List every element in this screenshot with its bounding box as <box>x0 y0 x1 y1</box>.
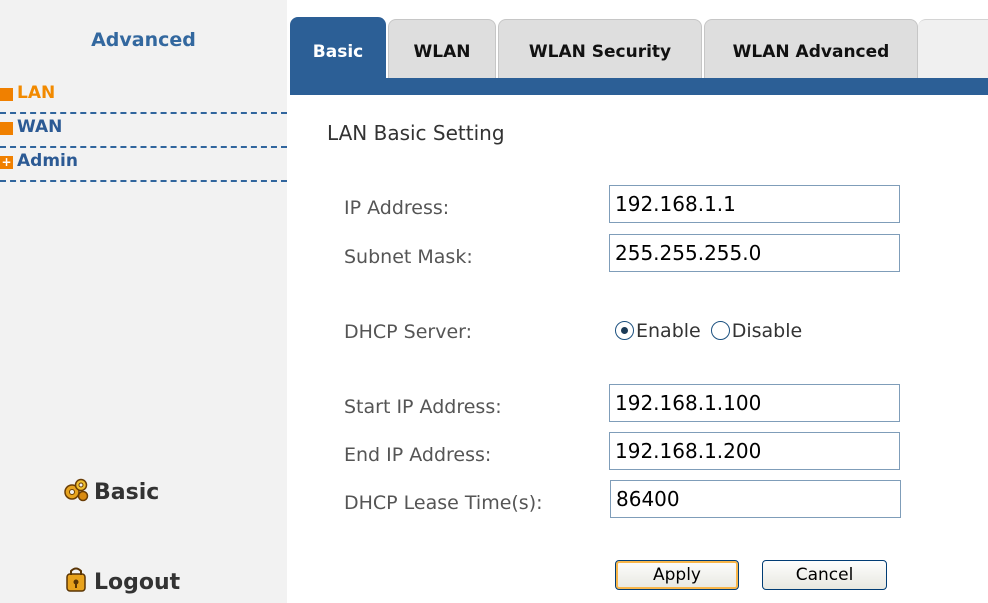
sidebar-item-lan[interactable]: LAN <box>0 80 287 114</box>
dhcp-enable-radio[interactable] <box>615 321 634 340</box>
main-content: LAN Basic Setting IP Address: Subnet Mas… <box>290 96 988 603</box>
tab-basic[interactable]: Basic <box>290 17 386 79</box>
orange-square-icon <box>0 122 13 135</box>
cancel-button[interactable]: Cancel <box>762 560 887 590</box>
expand-plus-icon: + <box>0 155 13 169</box>
sidebar-title: Advanced <box>91 29 196 51</box>
basic-link[interactable]: Basic <box>62 476 159 505</box>
sidebar-item-admin[interactable]: + Admin <box>0 148 287 182</box>
subnet-mask-input[interactable] <box>609 234 900 272</box>
dhcp-server-label: DHCP Server: <box>344 321 473 343</box>
section-title: LAN Basic Setting <box>327 121 505 145</box>
orange-square-icon <box>0 88 13 101</box>
end-ip-label: End IP Address: <box>344 444 492 466</box>
tab-bar: Basic WLAN WLAN Security WLAN Advanced <box>290 17 988 95</box>
basic-link-label: Basic <box>94 480 160 505</box>
dhcp-disable-label[interactable]: Disable <box>732 320 802 342</box>
tab-bar-filler <box>918 19 988 79</box>
ip-address-input[interactable] <box>609 185 900 223</box>
logout-link-label: Logout <box>94 570 181 595</box>
dhcp-server-radio-group: Enable Disable <box>615 320 812 342</box>
sidebar: Advanced LAN WAN + Admin Basic Logout <box>0 0 287 603</box>
subnet-mask-label: Subnet Mask: <box>344 246 473 268</box>
start-ip-label: Start IP Address: <box>344 396 502 418</box>
start-ip-input[interactable] <box>609 384 900 422</box>
tab-wlan-security[interactable]: WLAN Security <box>498 19 702 78</box>
gears-icon <box>62 476 90 504</box>
sidebar-item-label: LAN <box>17 83 56 103</box>
logout-icon <box>62 566 90 594</box>
dhcp-enable-label[interactable]: Enable <box>636 320 701 342</box>
lease-time-input[interactable] <box>610 480 901 518</box>
tab-underline-bar <box>290 78 988 95</box>
logout-link[interactable]: Logout <box>62 566 180 595</box>
ip-address-label: IP Address: <box>344 197 450 219</box>
sidebar-item-label: Admin <box>17 151 78 171</box>
apply-button[interactable]: Apply <box>615 560 739 590</box>
end-ip-input[interactable] <box>609 432 900 470</box>
dhcp-disable-radio[interactable] <box>710 321 730 340</box>
tab-wlan[interactable]: WLAN <box>388 19 496 78</box>
sidebar-item-label: WAN <box>17 117 63 137</box>
sidebar-item-wan[interactable]: WAN <box>0 114 287 148</box>
lease-time-label: DHCP Lease Time(s): <box>344 492 543 514</box>
tab-wlan-advanced[interactable]: WLAN Advanced <box>704 19 918 78</box>
